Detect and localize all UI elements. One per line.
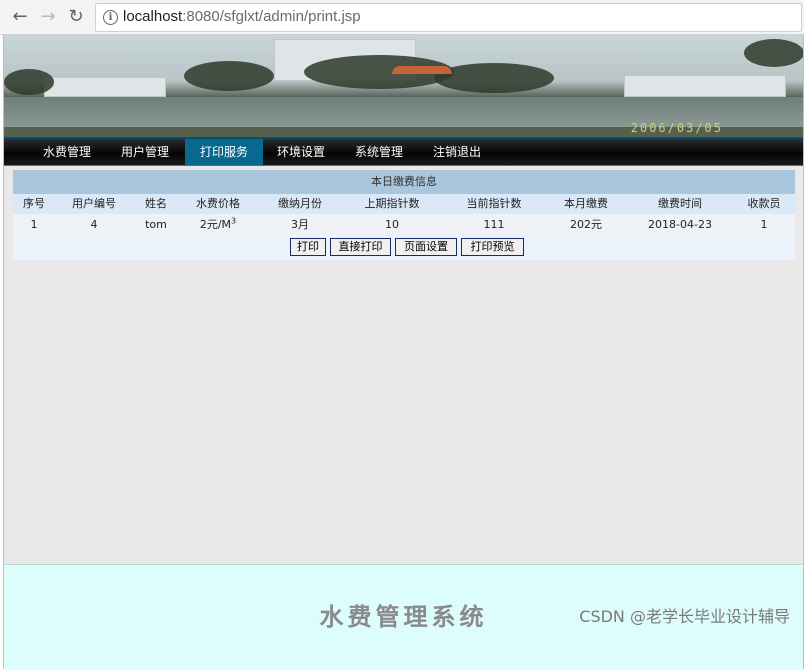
- cell-cashier: 1: [760, 218, 768, 231]
- cell-price-text: 2元/M: [199, 218, 232, 231]
- cell-monthly-fee: 202元: [570, 218, 602, 231]
- header-monthly-fee: 本月缴费: [564, 197, 608, 210]
- nav-item-logout[interactable]: 注销退出: [422, 139, 492, 165]
- table-row: 1 4 tom 2元/M3 3月 10 111 202元 2018-04-23 …: [13, 214, 795, 236]
- nav-item-print-service[interactable]: 打印服务: [185, 139, 263, 165]
- direct-print-button[interactable]: 直接打印: [330, 238, 391, 256]
- header-price: 水费价格: [196, 197, 240, 210]
- nav-item-environment-settings[interactable]: 环境设置: [266, 139, 336, 165]
- cell-last-reading: 10: [385, 218, 399, 231]
- arrow-right-icon[interactable]: →: [36, 5, 60, 29]
- nav-item-system-management[interactable]: 系统管理: [344, 139, 414, 165]
- url-host: localhost: [123, 8, 183, 25]
- page-content: 2006/03/05 水费管理 用户管理 打印服务 环境设置 系统管理 注销退出…: [3, 35, 804, 670]
- reload-icon[interactable]: ↻: [64, 5, 88, 29]
- nav-item-user-management[interactable]: 用户管理: [110, 139, 180, 165]
- browser-toolbar: ← → ↻ i localhost:8080/sfglxt/admin/prin…: [0, 0, 804, 35]
- header-banner-image: 2006/03/05: [4, 35, 803, 137]
- watermark-text: CSDN @老学长毕业设计辅导: [579, 607, 790, 626]
- url-text[interactable]: localhost:8080/sfglxt/admin/print.jsp: [123, 8, 361, 25]
- payment-table: 本日缴费信息 序号 用户编号 姓名 水费价格 缴纳月份 上期指针数 当前指针数 …: [13, 170, 795, 260]
- main-nav: 水费管理 用户管理 打印服务 环境设置 系统管理 注销退出: [4, 137, 803, 166]
- banner-date-stamp: 2006/03/05: [630, 121, 723, 135]
- print-preview-button[interactable]: 打印预览: [461, 238, 524, 256]
- header-month: 缴纳月份: [278, 197, 322, 210]
- cell-name: tom: [145, 218, 167, 231]
- arrow-left-icon[interactable]: ←: [8, 5, 32, 29]
- header-last-reading: 上期指针数: [364, 197, 420, 210]
- table-header-row: 序号 用户编号 姓名 水费价格 缴纳月份 上期指针数 当前指针数 本月缴费 缴费…: [13, 194, 795, 214]
- url-path: :8080/sfglxt/admin/print.jsp: [182, 8, 361, 25]
- cell-user-id: 4: [90, 218, 98, 231]
- print-button-group: 打印 直接打印 页面设置 打印预览: [13, 236, 795, 258]
- nav-item-water-fee[interactable]: 水费管理: [32, 139, 102, 165]
- address-bar[interactable]: i localhost:8080/sfglxt/admin/print.jsp: [95, 3, 802, 32]
- cell-current-reading: 111: [483, 218, 505, 231]
- cell-seq: 1: [30, 218, 38, 231]
- header-name: 姓名: [145, 197, 167, 210]
- cell-month: 3月: [291, 218, 309, 231]
- cell-price-superscript: 3: [231, 216, 237, 226]
- info-icon[interactable]: i: [103, 10, 118, 25]
- print-button[interactable]: 打印: [290, 238, 326, 256]
- header-pay-time: 缴费时间: [658, 197, 702, 210]
- cell-pay-time: 2018-04-23: [648, 218, 712, 231]
- header-cashier: 收款员: [747, 197, 781, 210]
- header-current-reading: 当前指针数: [466, 197, 522, 210]
- cell-price: 2元/M3: [200, 214, 236, 236]
- page-setup-button[interactable]: 页面设置: [395, 238, 457, 256]
- table-title: 本日缴费信息: [13, 170, 795, 194]
- header-seq: 序号: [23, 197, 45, 210]
- header-user-id: 用户编号: [72, 197, 116, 210]
